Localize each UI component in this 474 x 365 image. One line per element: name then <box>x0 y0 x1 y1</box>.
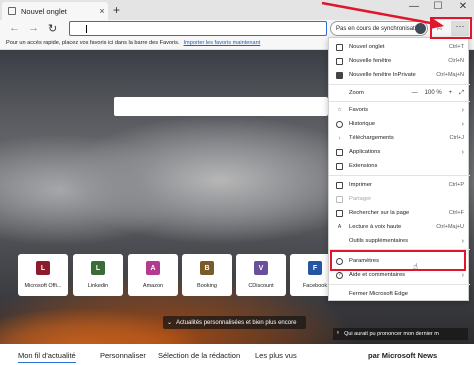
mouse-cursor-icon: ☝ <box>413 262 418 271</box>
annotation-arrow <box>321 1 444 29</box>
